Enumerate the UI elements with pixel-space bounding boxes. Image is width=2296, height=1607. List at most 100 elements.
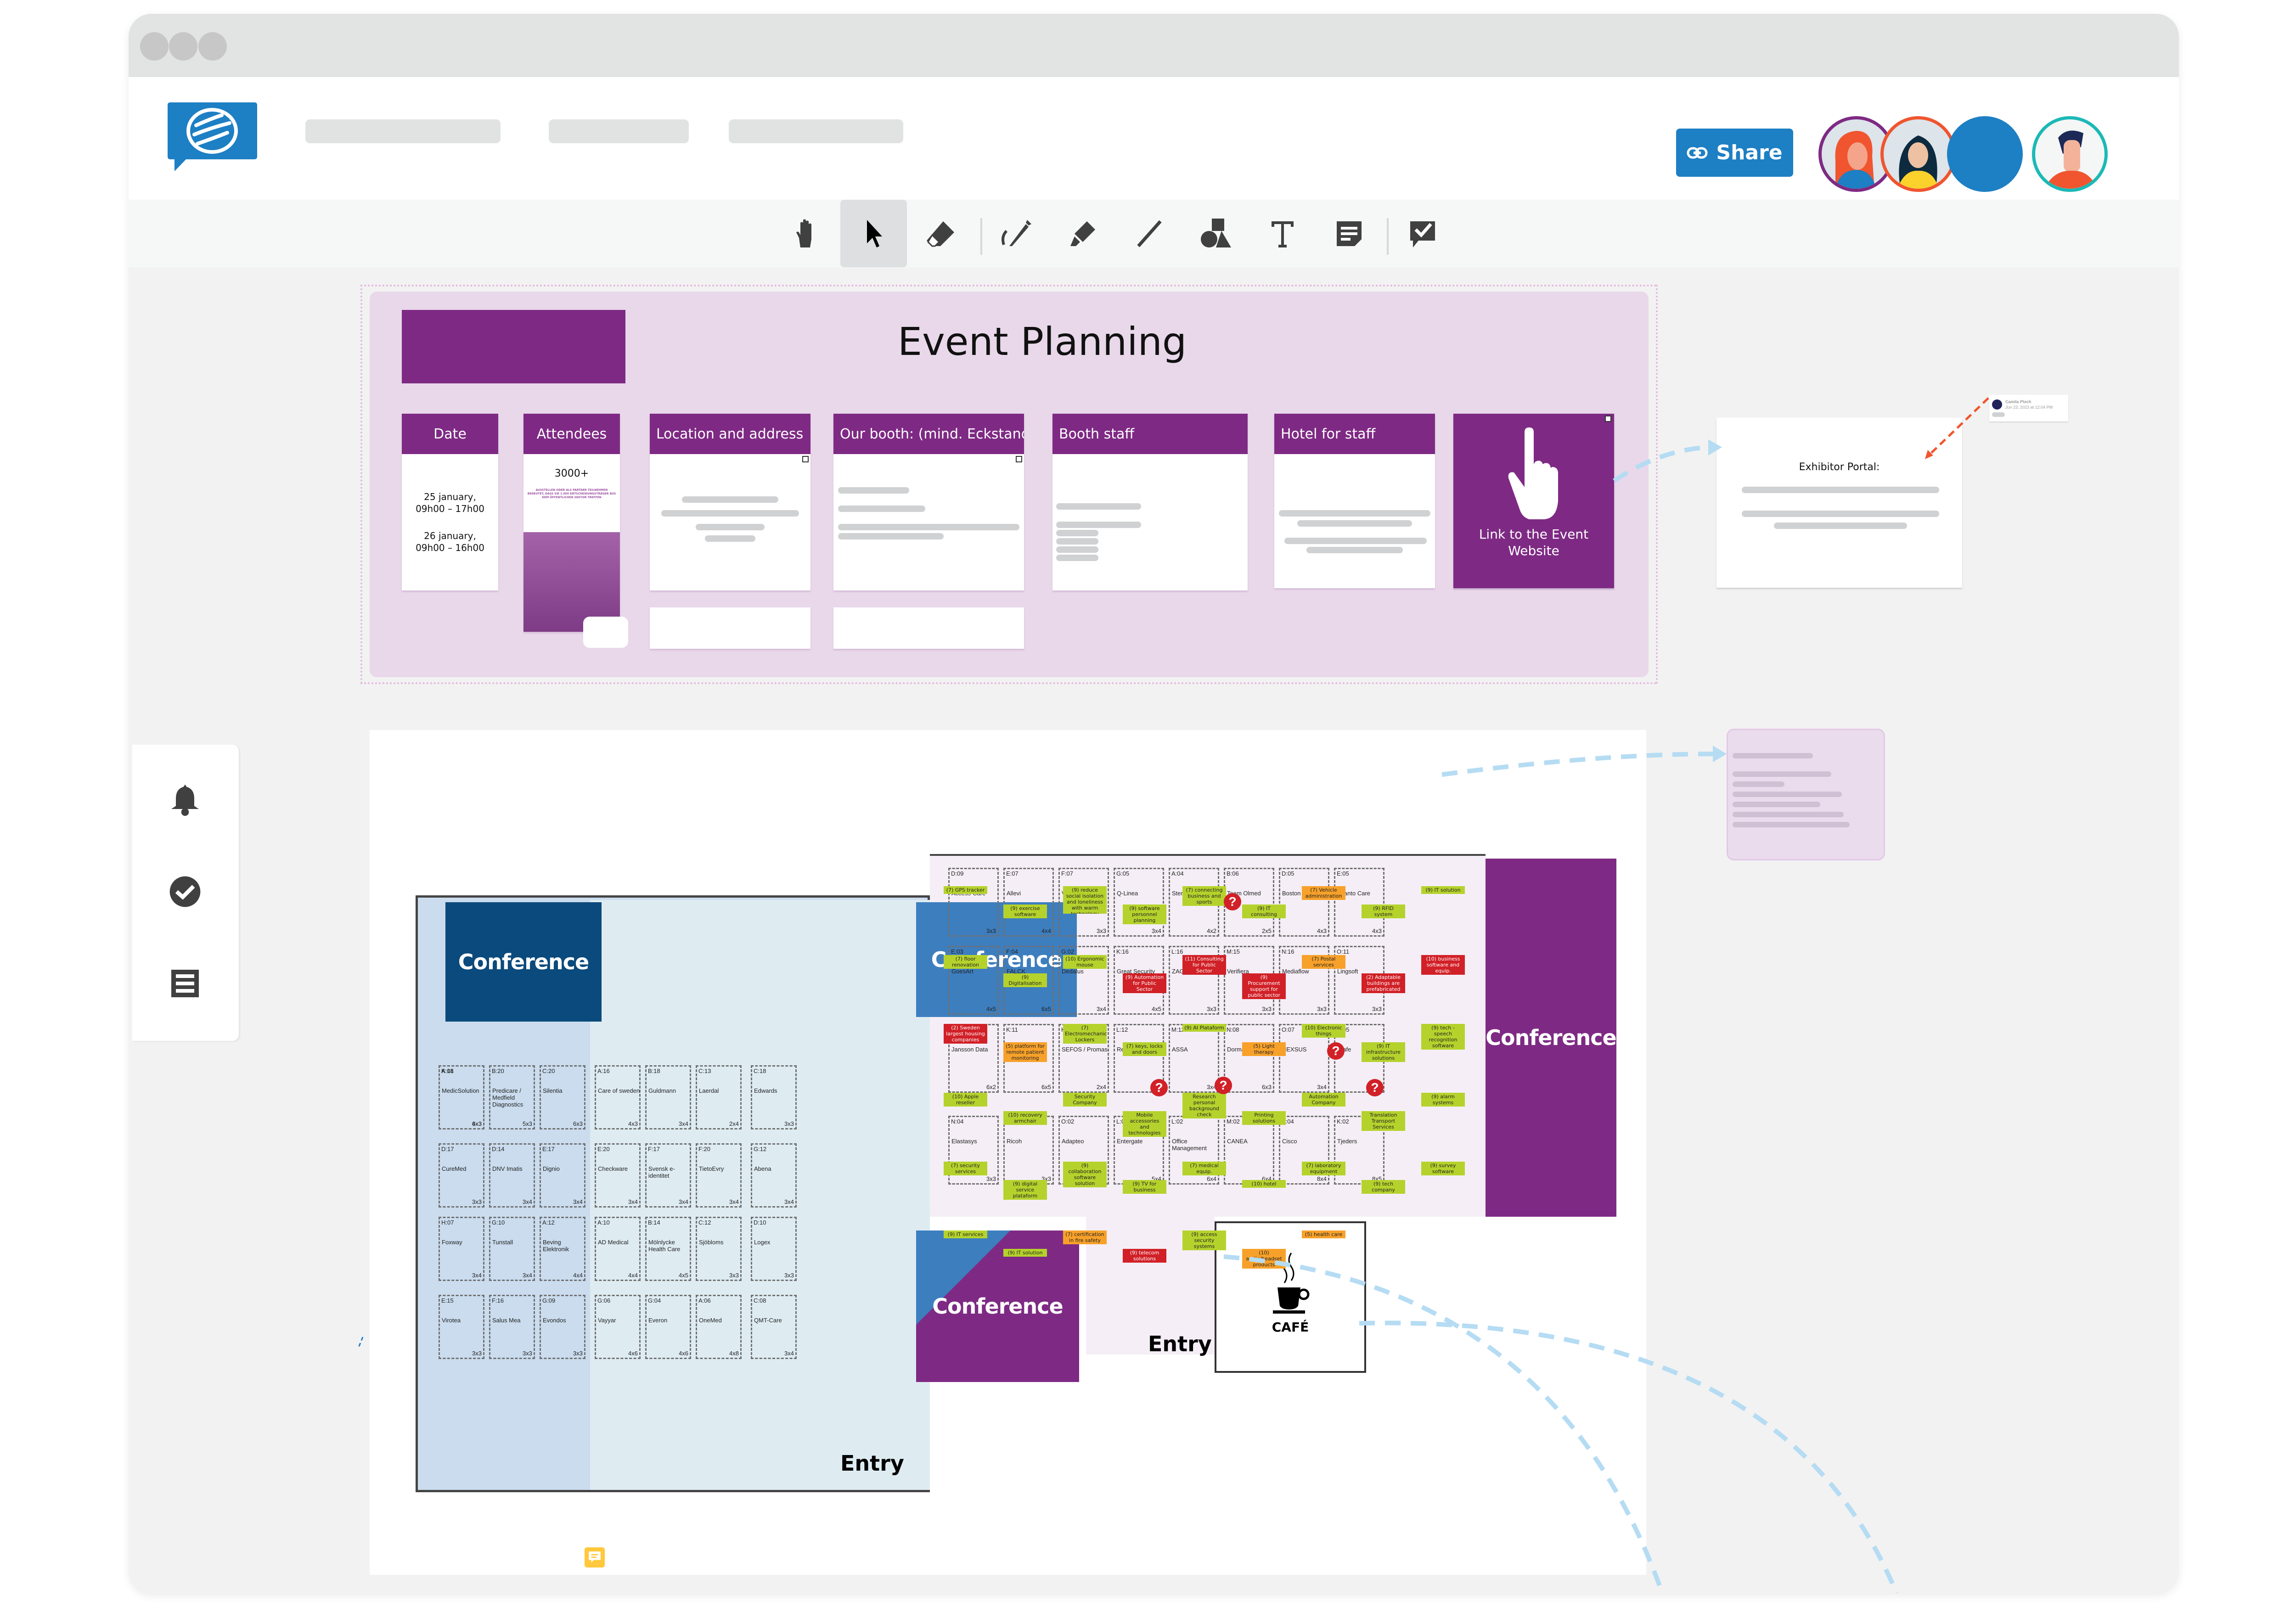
booth-card[interactable]: Our booth: (mind. Eckstand) bbox=[833, 414, 1024, 590]
category-tag[interactable]: (7) keys, locks and doors bbox=[1123, 1042, 1166, 1056]
window-maximize-button[interactable] bbox=[198, 32, 227, 61]
window-minimize-button[interactable] bbox=[169, 32, 197, 61]
category-tag[interactable]: Mobile accessories and technologies bbox=[1123, 1111, 1166, 1137]
category-tag[interactable]: (7) medical equip. bbox=[1182, 1162, 1226, 1175]
tool-sticky-note[interactable] bbox=[1316, 200, 1382, 267]
category-tag[interactable]: (10) Electronic things bbox=[1302, 1024, 1345, 1038]
booth[interactable]: M:12 ASSA 3x4 bbox=[1169, 1024, 1219, 1093]
booth[interactable]: C:13 Laerdal 2x4 bbox=[696, 1065, 742, 1129]
booth[interactable]: A:06 OneMed 4x8 bbox=[696, 1295, 742, 1359]
whiteboard-canvas[interactable]: Event Planning Date 25 january, 09h00 – … bbox=[129, 267, 2179, 1593]
date-card[interactable]: Date 25 january, 09h00 – 17h00 26 januar… bbox=[402, 414, 498, 590]
window-close-button[interactable] bbox=[140, 32, 169, 61]
category-tag[interactable]: (9) IT infrastructure solutions bbox=[1362, 1042, 1405, 1062]
booth[interactable]: G:05 Q-Linea 3x4 bbox=[1114, 868, 1164, 937]
category-tag[interactable]: (7) Electromechanical Lockers bbox=[1063, 1024, 1107, 1044]
category-tag[interactable]: (10) audio/headset products bbox=[1242, 1249, 1286, 1269]
booth[interactable]: B:14 Mölnlycke Health Care 4x5 bbox=[645, 1217, 691, 1281]
category-tag[interactable]: (7) certification in fire safety bbox=[1063, 1231, 1107, 1244]
booth[interactable]: E:17 Dignio 3x4 bbox=[540, 1143, 585, 1208]
category-tag[interactable]: (7) Postal services bbox=[1302, 955, 1345, 969]
booth[interactable]: A:10 AD Medical 4x4 bbox=[595, 1217, 641, 1281]
nav-placeholder-2[interactable] bbox=[549, 119, 689, 143]
category-tag[interactable]: Security Company bbox=[1063, 1093, 1107, 1107]
category-tag[interactable]: Research personal background check bbox=[1182, 1093, 1226, 1118]
category-tag[interactable]: (9) exercise software bbox=[1003, 905, 1047, 918]
lilac-note-card[interactable] bbox=[1727, 729, 1885, 860]
category-tag[interactable]: (10) Ergonomic mouse bbox=[1063, 955, 1107, 969]
booth[interactable]: G:12 Abena 3x4 bbox=[751, 1143, 797, 1208]
category-tag[interactable]: (10) hotel bbox=[1242, 1180, 1286, 1188]
category-tag[interactable]: (9) RFID system bbox=[1362, 905, 1405, 918]
category-tag[interactable]: (9) AI Plataform bbox=[1182, 1024, 1226, 1032]
tool-comment[interactable] bbox=[1389, 200, 1456, 267]
category-tag[interactable]: (5) health care bbox=[1302, 1231, 1345, 1238]
booth[interactable]: E:20 Checkware 3x4 bbox=[595, 1143, 641, 1208]
share-button[interactable]: Share bbox=[1676, 129, 1793, 177]
tool-pen[interactable] bbox=[983, 200, 1049, 267]
exhibitor-portal-card[interactable]: Exhibitor Portal: bbox=[1716, 418, 1962, 588]
booth[interactable]: B:18 Guldmann 3x4 bbox=[645, 1065, 691, 1129]
category-tag[interactable]: Automation Company bbox=[1302, 1093, 1345, 1107]
category-tag[interactable]: (5) platform for remote patient monitori… bbox=[1003, 1042, 1047, 1062]
category-tag[interactable]: (7) connecting business and sports bbox=[1182, 886, 1226, 906]
category-tag[interactable]: (9) access security systems bbox=[1182, 1231, 1226, 1250]
hotel-card[interactable]: Hotel for staff bbox=[1274, 414, 1435, 588]
external-link-icon[interactable] bbox=[802, 456, 809, 462]
category-tag[interactable]: (9) tech company bbox=[1362, 1180, 1405, 1194]
category-tag[interactable]: (5) Light therapy bbox=[1242, 1042, 1286, 1056]
question-marker-icon[interactable]: ? bbox=[1327, 1042, 1345, 1060]
booth[interactable]: D:10 Logex 3x3 bbox=[751, 1217, 797, 1281]
booth[interactable]: A:16 Care of sweden 4x3 bbox=[595, 1065, 641, 1129]
booth[interactable]: H:07 Foxway 3x4 bbox=[439, 1217, 484, 1281]
booth[interactable]: E:15 Virotea 3x3 bbox=[439, 1295, 484, 1359]
booth[interactable]: E:07 Allevi 4x4 bbox=[1003, 868, 1054, 937]
category-tag[interactable]: (9) survey software bbox=[1421, 1162, 1465, 1175]
category-tag[interactable]: Printing solutions bbox=[1242, 1111, 1286, 1125]
category-tag[interactable]: (9) IT consulting bbox=[1242, 905, 1286, 918]
comment-card[interactable]: Camila Ploch Jun 23, 2023 at 12:04 PM bbox=[1989, 395, 2068, 421]
cafe-area[interactable]: CAFÉ bbox=[1215, 1221, 1366, 1373]
question-marker-icon[interactable]: ? bbox=[1150, 1079, 1168, 1096]
sidebar-outline[interactable] bbox=[158, 956, 213, 1011]
sidebar-notifications[interactable] bbox=[158, 772, 213, 827]
location-card[interactable]: Location and address bbox=[650, 414, 810, 590]
category-tag[interactable]: (9) IT solution bbox=[1003, 1249, 1047, 1257]
category-tag[interactable]: (9) IT solution bbox=[1421, 886, 1465, 894]
category-tag[interactable]: (9) software personnel planning bbox=[1123, 905, 1166, 924]
tool-hand[interactable] bbox=[774, 200, 840, 267]
booth-staff-card[interactable]: Booth staff bbox=[1052, 414, 1248, 590]
comment-marker-icon[interactable] bbox=[585, 1547, 605, 1568]
booth[interactable]: M:02 CANEA 6x4 bbox=[1224, 1116, 1274, 1185]
category-tag[interactable]: (2) Adaptable buildings are prefabricate… bbox=[1362, 973, 1405, 993]
category-tag[interactable]: (7) floor renovation bbox=[944, 955, 987, 969]
booth[interactable]: G:06 Vayyar 4x6 bbox=[595, 1295, 641, 1359]
booth[interactable]: G:10 Tunstall 3x4 bbox=[489, 1217, 535, 1281]
question-marker-icon[interactable]: ? bbox=[1224, 893, 1241, 910]
category-tag[interactable]: (7) security services bbox=[944, 1162, 987, 1175]
attendees-card[interactable]: Attendees 3000+ AUSSTELLEN ODER ALS PART… bbox=[523, 414, 620, 632]
category-tag[interactable]: (2) Sweden largest housing companies bbox=[944, 1024, 987, 1044]
booth[interactable]: C:08 QMT-Care 3x4 bbox=[751, 1295, 797, 1359]
booth[interactable]: G:09 Evondos 3x3 bbox=[540, 1295, 585, 1359]
category-tag[interactable]: (9) TV for business bbox=[1123, 1180, 1166, 1194]
category-tag[interactable]: (9) alarm systems bbox=[1421, 1093, 1465, 1107]
category-tag[interactable]: (7) laboratory equipment bbox=[1302, 1162, 1345, 1175]
category-tag[interactable]: (9) Procurement support for public secto… bbox=[1242, 973, 1286, 999]
avatar-current-user[interactable] bbox=[2032, 116, 2108, 192]
small-note[interactable] bbox=[583, 617, 628, 648]
booth[interactable]: F:17 Svensk e-identitet 3x4 bbox=[645, 1143, 691, 1208]
event-planning-board[interactable]: Event Planning Date 25 january, 09h00 – … bbox=[370, 292, 1649, 677]
booth[interactable]: C:18 Edwards 3x3 bbox=[751, 1065, 797, 1129]
category-tag[interactable]: (9) tech - speech recognition software bbox=[1421, 1024, 1465, 1050]
tool-line[interactable] bbox=[1116, 200, 1182, 267]
sidebar-tasks[interactable] bbox=[158, 864, 213, 919]
booth-extra-card[interactable] bbox=[833, 607, 1024, 649]
conference-room-4[interactable]: Conference bbox=[916, 1231, 1079, 1382]
booth[interactable]: D:09Access-Care3x3 bbox=[948, 868, 999, 937]
category-tag[interactable]: (9) Digitalisation bbox=[1003, 973, 1047, 987]
category-tag[interactable]: (10) recovery armchair bbox=[1003, 1111, 1047, 1125]
category-tag[interactable]: (9) telecom solutions bbox=[1123, 1249, 1166, 1263]
conference-room-3[interactable]: Conference bbox=[1486, 859, 1617, 1217]
category-tag[interactable]: Translation Transport Services bbox=[1362, 1111, 1405, 1131]
